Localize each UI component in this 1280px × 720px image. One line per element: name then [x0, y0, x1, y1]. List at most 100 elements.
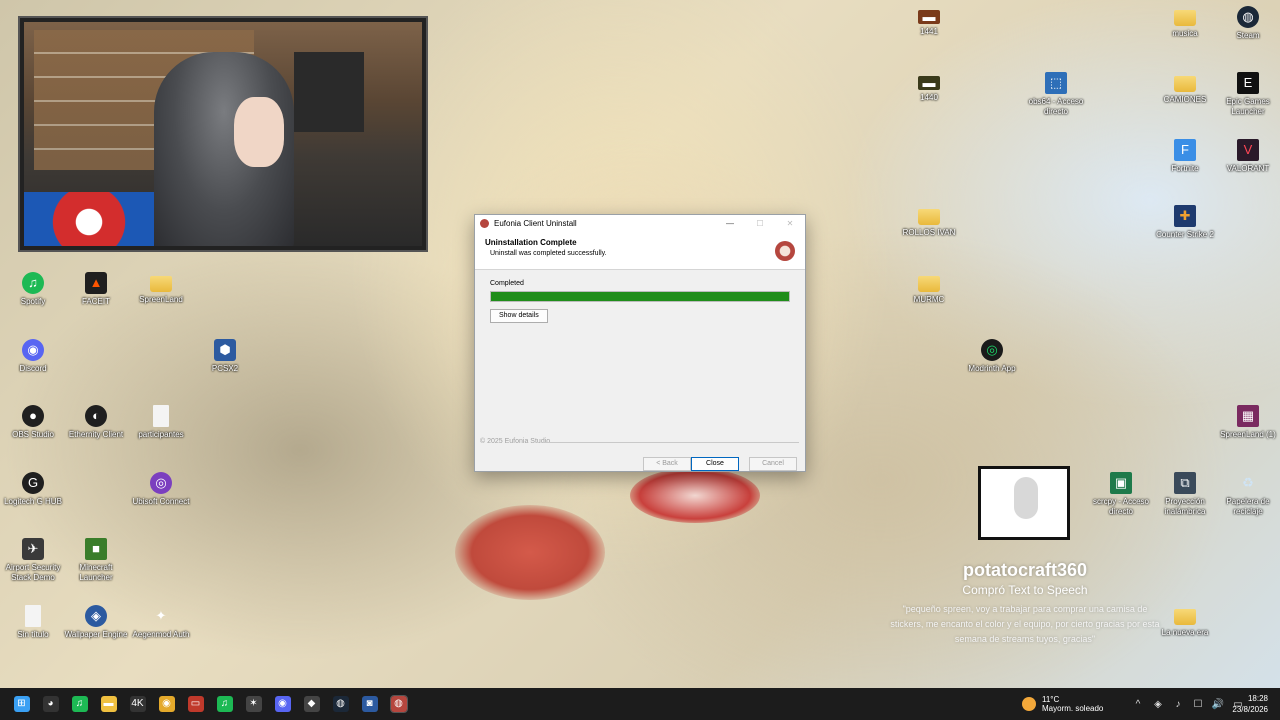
taskbar-explorer-button[interactable]: ▬ [94, 688, 123, 720]
desktop-icon-label: 1441 [920, 27, 938, 36]
eufonia-app-icon [480, 219, 489, 228]
weather-widget[interactable]: 11°C Mayorm. soleado [1022, 688, 1103, 720]
taskbar-app3-button[interactable]: ◆ [297, 688, 326, 720]
clock[interactable]: 18:28 23/8/2026 [1232, 693, 1268, 715]
folder-icon [1174, 10, 1196, 26]
desktop-icon-cs2[interactable]: ✚ Counter Strike 2 [1152, 205, 1218, 240]
desktop-icon-wallpaper-engine[interactable]: ◈ Wallpaper Engine [63, 605, 129, 640]
text-file-icon [153, 405, 169, 427]
steam-icon: ◍ [1237, 6, 1259, 28]
taskbar-steam-button[interactable]: ◍ [326, 688, 355, 720]
start-icon: ⊞ [13, 696, 30, 712]
recycle-bin-icon: ♻ [1242, 475, 1254, 490]
desktop-icon-label: La nueva era [1161, 628, 1209, 637]
desktop-icon-proyeccion[interactable]: ⧉ Proyección inalámbrica [1152, 472, 1218, 517]
desktop-icon-discord[interactable]: ◉ Discord [0, 339, 66, 374]
desktop-icon-sin-titulo[interactable]: Sin título [0, 605, 66, 640]
desktop-icon-ghub[interactable]: G Logitech G HUB [0, 472, 66, 507]
desktop-icon-label: Spotify [20, 297, 46, 306]
folder-icon [1174, 609, 1196, 625]
desktop-icon-label: MURMC [913, 295, 945, 304]
tray-icon-2[interactable]: ♪ [1168, 699, 1188, 710]
taskbar-mixer-button[interactable]: ▭ [181, 688, 210, 720]
taskbar-discord-button[interactable]: ◉ [268, 688, 297, 720]
desktop-icon-label: 1440 [920, 93, 938, 102]
taskbar-app4-button[interactable]: ◙ [355, 688, 384, 720]
tray-icon-3[interactable]: ☐ [1188, 699, 1208, 710]
discord-icon: ◉ [274, 696, 291, 712]
desktop-icon-camiones[interactable]: CAMIONES [1152, 72, 1218, 105]
desktop-icon-participantes[interactable]: participantes [128, 405, 194, 440]
taskbar-4k-button[interactable]: 4K [123, 688, 152, 720]
eufonia-logo-icon [775, 241, 795, 261]
minimize-icon[interactable]: — [715, 219, 745, 228]
airport-icon: ✈ [22, 538, 44, 560]
desktop-icon-label: VALORANT [1226, 164, 1270, 173]
taskbar: ⊞ ◕ ♫ ▬ 4K ◉ ▭ ♫ ✶ ◉ ◆ ◍ ◙ ◍ 11°C Mayorm. soleado ^ ◈ ♪… [0, 688, 1280, 720]
desktop-icon-label: Fortnite [1171, 164, 1199, 173]
taskbar-eufonia-button[interactable]: ◍ [384, 688, 413, 720]
desktop-icon-faceit[interactable]: ▲ FACEIT [63, 272, 129, 307]
desktop-icon-spotify[interactable]: ♫ Spotify [0, 272, 66, 307]
desktop-icon-pcsx2[interactable]: ⬢ PCSX2 [192, 339, 258, 374]
desktop-icon-murmc[interactable]: MURMC [896, 272, 962, 305]
progress-fill [491, 292, 789, 301]
desktop-icon-recycle-bin[interactable]: ♻ Papelera de reciclaje [1215, 472, 1280, 517]
taskbar-app1-button[interactable]: ◕ [36, 688, 65, 720]
modrinth-icon: ◎ [981, 339, 1003, 361]
tray-icon-1[interactable]: ◈ [1148, 699, 1168, 710]
webcam-overlay [18, 16, 428, 252]
wizard-footer: © 2025 Eufonia Studio < Back Close Cance… [475, 435, 805, 473]
desktop-icon-label: Sin título [17, 630, 49, 639]
desktop-icon-musica[interactable]: musica [1152, 6, 1218, 39]
desktop-icon-1440[interactable]: ▬ 1440 [896, 72, 962, 103]
spotify-icon: ♫ [22, 272, 44, 294]
desktop-icon-label: ROLLOS IVAN [902, 228, 956, 237]
desktop-icon-label: SpreenLand [139, 295, 183, 304]
desktop-icon-ethernity[interactable]: ◐ Ethernity Client [63, 405, 129, 440]
desktop-icon-airport[interactable]: ✈ Airport Security Stack Demo [0, 538, 66, 583]
desktop-icon-scrcpy[interactable]: ▣ scrcpy - Acceso directo [1088, 472, 1154, 517]
tray-icon-4[interactable]: 🔊 [1208, 699, 1228, 710]
mixer-icon: ▭ [187, 696, 204, 712]
taskbar-app2-button[interactable]: ✶ [239, 688, 268, 720]
spotify2-icon: ♫ [216, 696, 233, 712]
desktop-icon-label: Steam [1236, 31, 1260, 40]
taskbar-spotify2-button[interactable]: ♫ [210, 688, 239, 720]
taskbar-spotify-button[interactable]: ♫ [65, 688, 94, 720]
desktop-icon-epic[interactable]: E Epic Games Launcher [1215, 72, 1280, 117]
status-text: Completed [490, 280, 524, 287]
desktop-icon-ubisoft[interactable]: ◎ Ubisoft Connect [128, 472, 194, 507]
close-button[interactable]: Close [691, 457, 739, 471]
uninstall-window: Eufonia Client Uninstall — ☐ ✕ Uninstall… [474, 214, 806, 472]
desktop-icon-minecraft[interactable]: ■ Minecraft Launcher [63, 538, 129, 583]
wallpaper-engine-icon: ◈ [85, 605, 107, 627]
desktop-icon-label: Papelera de reciclaje [1226, 497, 1270, 516]
desktop-icon-rollos-ivan[interactable]: ROLLOS IVAN [896, 205, 962, 238]
tray-icon-0[interactable]: ^ [1128, 699, 1148, 710]
close-icon: ✕ [786, 219, 794, 228]
desktop-icon-label: OBS Studio [12, 430, 54, 439]
window-titlebar[interactable]: Eufonia Client Uninstall — ☐ ✕ [475, 215, 805, 232]
desktop-icon-spreenland-1[interactable]: ▦ SpreenLand (1) [1215, 405, 1280, 440]
app1-icon: ◕ [42, 696, 59, 712]
desktop-icon-label: PCSX2 [211, 364, 239, 373]
desktop-icon-label: Minecraft Launcher [79, 563, 113, 582]
desktop-icon-obs64[interactable]: ⬚ obs64 - Acceso directo [1023, 72, 1089, 117]
desktop-icon-valorant[interactable]: V VALORANT [1215, 139, 1280, 174]
taskbar-start-button[interactable]: ⊞ [7, 688, 36, 720]
desktop-icon-spreenland[interactable]: SpreenLand [128, 272, 194, 305]
show-details-button[interactable]: Show details [490, 309, 548, 323]
desktop-icon-fortnite[interactable]: F Fortnite [1152, 139, 1218, 174]
desktop-icon-1441[interactable]: ▬ 1441 [896, 6, 962, 37]
desktop-icon-steam[interactable]: ◍ Steam [1215, 6, 1280, 41]
desktop-icon-aegenmod[interactable]: ✦ Aegenmod Auth [128, 605, 194, 640]
desktop-icon-obs[interactable]: ● OBS Studio [0, 405, 66, 440]
desktop-icon-modrinth[interactable]: ◎ Modrinth App [959, 339, 1025, 374]
taskbar-chrome-button[interactable]: ◉ [152, 688, 181, 720]
cast-icon: ⧉ [1174, 472, 1196, 494]
system-tray: ^ ◈ ♪ ☐ 🔊 ▭ [1128, 688, 1248, 720]
back-button: < Back [643, 457, 691, 471]
desktop-icon-label: scrcpy - Acceso directo [1092, 497, 1149, 516]
header-subtitle: Uninstall was completed successfully. [490, 250, 607, 257]
